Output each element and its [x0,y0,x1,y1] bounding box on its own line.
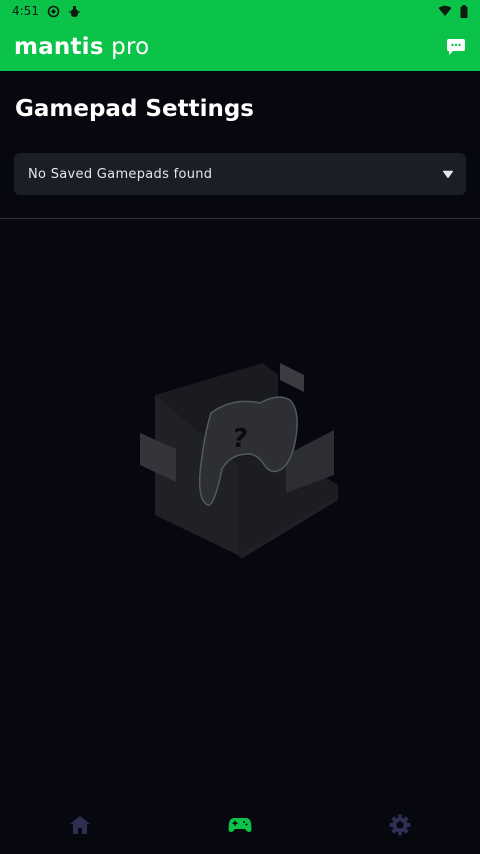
battery-icon [460,4,468,18]
gamepad-select[interactable]: No Saved Gamepads found [14,153,466,195]
nav-settings[interactable] [387,812,413,838]
status-time: 4:51 [12,4,39,18]
section-divider [0,218,480,219]
bug-icon [68,5,81,18]
status-right [438,4,468,18]
page-title: Gamepad Settings [15,96,254,122]
empty-gamepad-box-illustration: ? [140,363,338,559]
nav-home[interactable] [67,812,93,838]
app-logo: mantis pro [14,34,149,60]
nav-gamepad[interactable] [227,812,253,838]
brand-suffix: pro [111,33,150,60]
chat-icon [447,38,465,55]
gamepad-select-value: No Saved Gamepads found [28,166,213,182]
gear-icon [389,814,411,836]
android-system-icon [47,5,60,18]
gamepad-icon [228,818,252,832]
home-icon [70,816,90,834]
caret-down-icon [442,170,454,178]
app-bar: mantis pro [0,22,480,71]
bottom-nav [0,800,480,854]
brand-main: mantis [14,33,104,60]
status-left: 4:51 [12,4,81,18]
wifi-icon [438,5,452,17]
status-bar: 4:51 [0,0,480,22]
chat-button[interactable] [444,35,468,59]
